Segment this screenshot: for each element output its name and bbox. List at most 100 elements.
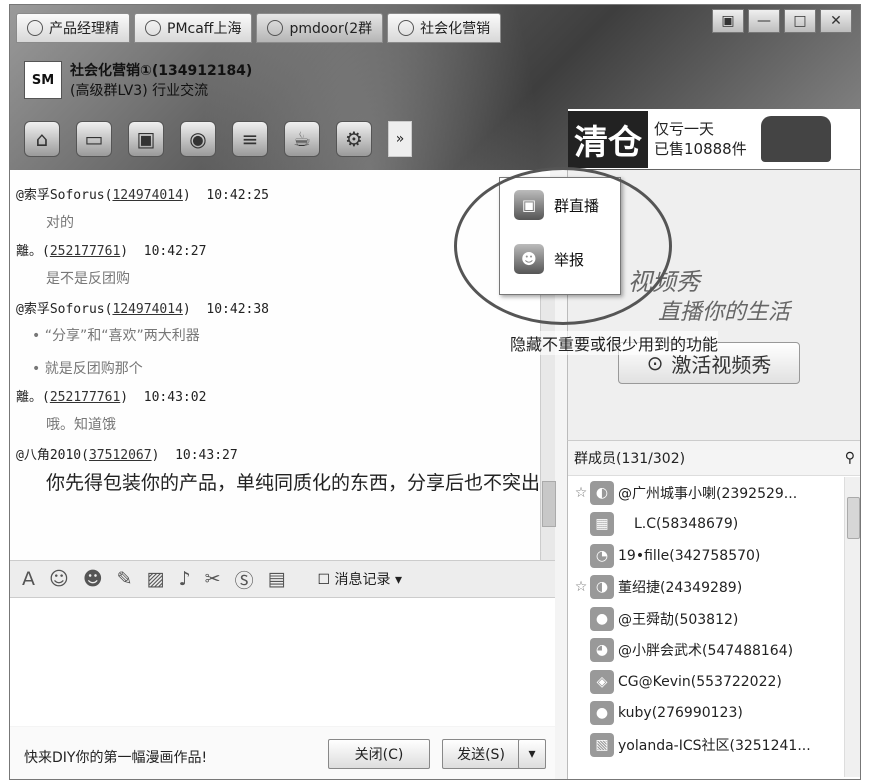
close-chat-button[interactable]: 关闭(C) [328,739,430,769]
annotation-circle [454,167,672,325]
notice-icon[interactable]: ≡ [232,121,268,157]
settings-gear-icon[interactable]: ⚙ [336,121,372,157]
window-controls: ▣ — □ ✕ [712,9,852,33]
admin-star-icon: ☆ [574,484,588,501]
member-item[interactable]: ● kuby(276990123) [568,698,840,730]
emoji-icon[interactable]: ☺ [49,568,69,590]
font-icon[interactable]: A [22,568,35,590]
group-tabs: 产品经理精 PMcaff上海 pmdoor(2群 社会化营销 [16,13,502,43]
member-item[interactable]: ▧ yolanda-ICS社区(3251241... [568,729,840,761]
ad-banner[interactable]: 清仓 仅亏一天 已售10888件 [568,109,860,169]
coffee-icon[interactable]: ☕ [284,121,320,157]
send-options-button[interactable]: ▾ [518,739,546,769]
member-name: @王舜劼(503812) [618,611,739,628]
edit-icon[interactable]: ✎ [117,568,133,590]
more-tools-button[interactable]: » [388,121,412,157]
tab-2[interactable]: PMcaff上海 [134,13,253,43]
member-item[interactable]: ▦ L.C(58348679) [568,509,840,541]
member-scrollbar[interactable] [844,477,860,777]
menu-button[interactable]: ▣ [712,9,744,33]
tab-4[interactable]: 社会化营销 [387,13,502,43]
bottom-bar: 快来DIY你的第一幅漫画作品! 关闭(C) 发送(S) ▾ [10,727,555,779]
sender-name[interactable]: @索孚Soforus [16,302,105,317]
microphone-icon[interactable]: ◉ [180,121,216,157]
message-time: 10:42:25 [206,188,270,203]
group-toolbar: ⌂ ▭ ▣ ◉ ≡ ☕ ⚙ » [24,121,412,157]
member-item[interactable]: ☆ ◑ 董绍捷(24349289) [568,572,840,604]
message-time: 10:43:27 [175,448,238,463]
member-name: 董绍捷(24349289) [618,580,743,597]
member-name: 19•fille(342758570) [618,547,761,564]
input-toolbar: A ☺ ☻ ✎ ▨ ♪ ✂ Ⓢ ▤ ☐ 消息记录 ▾ [10,560,555,598]
sender-qq[interactable]: 252177761 [50,390,120,405]
group-icon [145,20,161,36]
message-text: 你先得包装你的产品，单纯同质化的东西，分享后也不突出 [46,472,541,494]
member-item[interactable]: ● @王舜劼(503812) [568,603,840,635]
minimize-button[interactable]: — [748,9,780,33]
member-item[interactable]: ☆ ◐ @广州城事小喇(2392529... [568,477,840,509]
group-name: 社会化营销①(134912184) [70,63,253,79]
sender-name[interactable]: @八角2010 [16,448,81,463]
sogou-icon[interactable]: Ⓢ [235,566,254,593]
member-item[interactable]: ◕ @小胖会武术(547488164) [568,635,840,667]
music-icon[interactable]: ♪ [179,568,191,590]
member-name: @广州城事小喇(2392529... [618,485,798,502]
message-input[interactable] [10,598,555,726]
chat-style-icon[interactable]: ▤ [268,568,286,590]
tab-label: 产品经理精 [49,21,119,37]
close-button[interactable]: ✕ [820,9,852,33]
message-text: 是不是反团购 [46,271,130,287]
search-icon[interactable]: ⚲ [845,450,855,466]
message-text: 哦。知道饿 [46,417,116,433]
member-list-panel: 群成员(131/302) ⚲ ☆ ◐ @广州城事小喇(2392529... ▦ L.C… [567,440,860,779]
sender-qq[interactable]: 37512067 [89,448,152,463]
sender-qq[interactable]: 124974014 [112,302,182,317]
avatar: ◈ [590,669,614,694]
message-time: 10:43:02 [143,390,207,405]
folder-icon[interactable]: ▭ [76,121,112,157]
group-subtitle: (高级群LV3) 行业交流 [70,83,209,99]
scrollbar-thumb[interactable] [542,481,556,527]
ad-line-2: 已售10888件 [654,140,747,158]
message-history-button[interactable]: ☐ 消息记录 ▾ [318,569,403,589]
message-text: • “分享”和“喜欢”两大利器 [32,328,200,344]
sender-name[interactable]: @索孚Soforus [16,188,105,203]
tab-3[interactable]: pmdoor(2群 [256,13,384,43]
member-name: @小胖会武术(547488164) [618,643,794,660]
member-item[interactable]: ◔ 19•fille(342758570) [568,540,840,572]
sender-name[interactable]: 離。 [16,244,42,259]
tab-label: 社会化营销 [420,21,491,37]
group-logo[interactable]: SM [24,61,62,99]
tab-label: pmdoor(2群 [289,21,373,37]
maximize-button[interactable]: □ [784,9,816,33]
sender-qq[interactable]: 252177761 [50,244,120,259]
message-header: @索孚Soforus(124974014) 10:42:38 [16,302,270,317]
group-info: SM 社会化营销①(134912184) (高级群LV3) 行业交流 [24,61,252,101]
sender-name[interactable]: 離。 [16,390,42,405]
tab-label: PMcaff上海 [167,21,242,37]
penguin-avatar: ● [590,606,614,631]
scrollbar-thumb[interactable] [847,497,860,539]
avatar: ◑ [590,575,614,600]
home-icon[interactable]: ⌂ [24,121,60,157]
avatar: ◐ [590,480,614,505]
sender-qq[interactable]: 124974014 [112,188,182,203]
message-text: • 就是反团购那个 [32,361,143,377]
member-item[interactable]: ◈ CG@Kevin(553722022) [568,666,840,698]
magic-emoji-icon[interactable]: ☻ [83,568,103,590]
album-icon[interactable]: ▣ [128,121,164,157]
group-icon [27,20,43,36]
tab-1[interactable]: 产品经理精 [16,13,130,43]
ad-big-text: 清仓 [568,110,648,168]
message-text: 对的 [46,215,74,231]
group-icon [267,20,284,36]
message-header: @八角2010(37512067) 10:43:27 [16,448,238,463]
diy-tip-link[interactable]: 快来DIY你的第一幅漫画作品! [24,747,207,767]
member-name: kuby(276990123) [618,705,743,722]
send-button[interactable]: 发送(S) [442,739,520,769]
group-icon [398,20,415,36]
screenshot-scissors-icon[interactable]: ✂ [205,568,221,590]
qq-chat-window: 产品经理精 PMcaff上海 pmdoor(2群 社会化营销 ▣ — □ ✕ S… [9,4,861,780]
avatar: ◕ [590,638,614,663]
image-icon[interactable]: ▨ [147,568,165,590]
